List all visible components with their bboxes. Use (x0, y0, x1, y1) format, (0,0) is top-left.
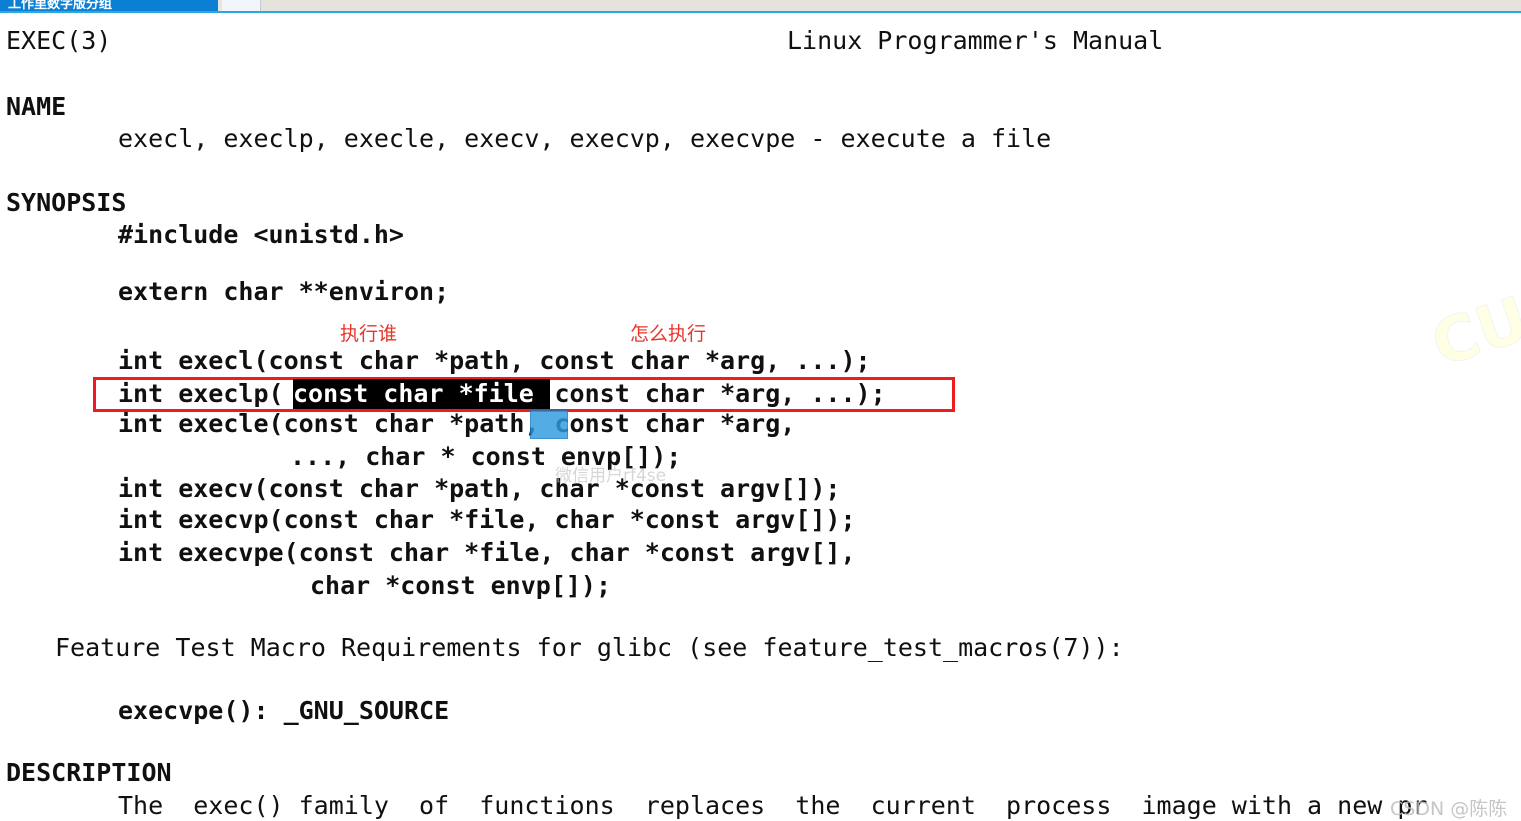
text-selection-black[interactable]: const char *file (293, 379, 550, 409)
prototype-execvpe-continuation: char *const envp[]); (310, 571, 612, 600)
prototype-execv: int execv(const char *path, char *const … (118, 474, 841, 503)
titlebar-active-tab[interactable]: 工作里数字版分组 (0, 0, 218, 11)
text-selection-black-label: const char *file (293, 379, 534, 408)
prototype-execl: int execl(const char *path, const char *… (118, 346, 871, 375)
synopsis-include-line: #include <unistd.h> (118, 220, 404, 249)
titlebar-inactive-tab[interactable] (222, 0, 261, 11)
annotation-how-to-execute: 怎么执行 (630, 323, 707, 345)
text-selection-blue[interactable] (530, 410, 568, 439)
section-body-description: The exec() family of functions replaces … (118, 791, 1428, 820)
feature-test-macro-entry: execvpe(): _GNU_SOURCE (118, 696, 450, 725)
feature-test-macro-line: Feature Test Macro Requirements for glib… (55, 633, 1124, 662)
prototype-execvpe: int execvpe(const char *file, char *cons… (118, 538, 856, 567)
section-heading-name: NAME (6, 92, 67, 121)
titlebar-title-text: 工作里数字版分组 (8, 0, 113, 11)
prototype-execlp-suffix: , const char *arg, ...); (524, 379, 886, 408)
titlebar-background (261, 0, 1521, 11)
section-heading-description: DESCRIPTION (6, 758, 172, 787)
section-body-name: execl, execlp, execle, execv, execvp, ex… (118, 124, 1052, 153)
prototype-execvp: int execvp(const char *file, char *const… (118, 505, 856, 534)
window-titlebar: 工作里数字版分组 (0, 0, 1521, 11)
prototype-execlp-prefix: int execlp( (118, 379, 284, 408)
watermark-csdn: CSDN @陈陈 (1390, 798, 1508, 820)
watermark-wechat: 微信用户rf4se (555, 466, 667, 486)
watermark-corner: CU (1423, 281, 1521, 382)
manpage-header-left: EXEC(3) (6, 26, 112, 55)
manpage-viewport[interactable]: EXEC(3) Linux Programmer's Manual NAME e… (0, 13, 1521, 820)
section-heading-synopsis: SYNOPSIS (6, 188, 127, 217)
prototype-execle: int execle(const char *path, const char … (118, 409, 796, 438)
manpage-header-right: Linux Programmer's Manual (787, 26, 1164, 55)
synopsis-extern-line: extern char **environ; (118, 277, 450, 306)
annotation-who-to-execute: 执行谁 (340, 323, 398, 345)
